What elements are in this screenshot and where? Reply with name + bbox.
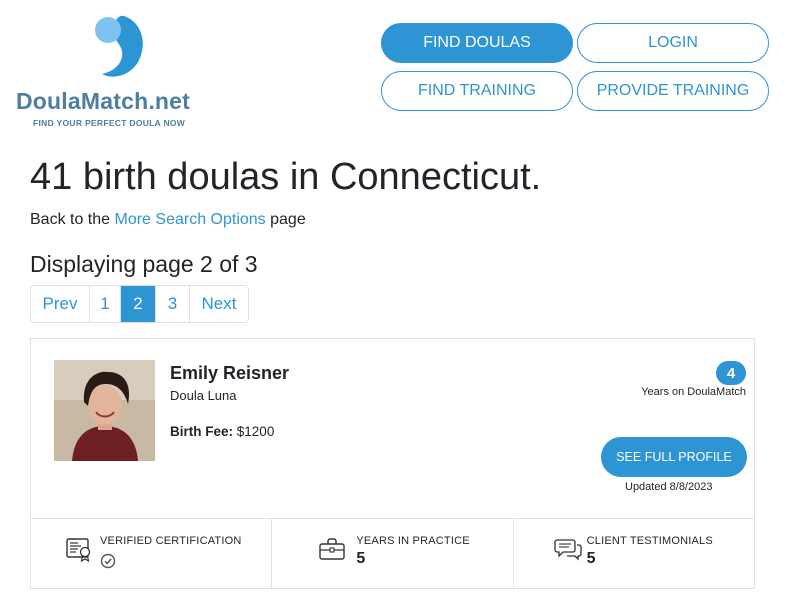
pagination-page-3[interactable]: 3: [155, 286, 189, 322]
more-search-options-link[interactable]: More Search Options: [115, 211, 266, 228]
briefcase-icon: [319, 538, 346, 560]
years-in-practice-value: 5: [356, 550, 366, 567]
page-title: 41 birth doulas in Connecticut.: [30, 156, 542, 198]
logo-wordmark: DoulaMatch.net: [16, 88, 191, 114]
check-circle-icon: [100, 553, 116, 569]
see-full-profile-button[interactable]: SEE FULL PROFILE: [601, 437, 747, 477]
years-on-site-badge: 4: [716, 361, 746, 385]
client-testimonials-value: 5: [586, 550, 596, 567]
certificate-icon: [66, 538, 91, 563]
pagination-prev[interactable]: Prev: [31, 286, 89, 322]
find-training-button[interactable]: FIND TRAINING: [381, 71, 573, 111]
doula-organization: Doula Luna: [170, 388, 237, 403]
back-suffix: page: [265, 211, 306, 228]
pagination-page-2[interactable]: 2: [120, 286, 155, 322]
doula-profile-card: Emily Reisner Doula Luna Birth Fee: $120…: [30, 338, 755, 589]
back-prefix: Back to the: [30, 211, 115, 228]
profile-photo-image: [54, 360, 155, 461]
years-on-site-label: Years on DoulaMatch: [641, 386, 746, 398]
site-logo[interactable]: DoulaMatch.net FIND YOUR PERFECT DOULA N…: [16, 12, 221, 130]
chat-bubbles-icon: [554, 539, 582, 561]
page-indicator: Displaying page 2 of 3: [30, 251, 258, 277]
doula-name[interactable]: Emily Reisner: [170, 363, 289, 384]
pagination-next[interactable]: Next: [189, 286, 248, 322]
pagination: Prev 1 2 3 Next: [30, 285, 249, 323]
pagination-page-1[interactable]: 1: [89, 286, 120, 322]
profile-photo[interactable]: [54, 360, 155, 461]
profile-stats: VERIFIED CERTIFICATION YEARS IN PRACTICE…: [31, 518, 754, 589]
certification-label: VERIFIED CERTIFICATION: [100, 535, 242, 547]
stat-client-testimonials: CLIENT TESTIMONIALS 5: [512, 519, 754, 589]
birth-fee-label: Birth Fee:: [170, 424, 234, 439]
birth-fee: Birth Fee: $1200: [170, 424, 274, 439]
find-doulas-button[interactable]: FIND DOULAS: [381, 23, 573, 63]
client-testimonials-label: CLIENT TESTIMONIALS: [586, 535, 713, 547]
updated-date: Updated 8/8/2023: [625, 481, 713, 493]
stat-certification: VERIFIED CERTIFICATION: [31, 519, 271, 589]
doula-drop-logo-icon: [95, 15, 143, 77]
birth-fee-value: $1200: [236, 424, 275, 439]
years-in-practice-label: YEARS IN PRACTICE: [356, 535, 470, 547]
provide-training-button[interactable]: PROVIDE TRAINING: [577, 71, 769, 111]
login-button[interactable]: LOGIN: [577, 23, 769, 63]
stat-years-in-practice: YEARS IN PRACTICE 5: [271, 519, 512, 589]
logo-tagline: FIND YOUR PERFECT DOULA NOW: [33, 118, 186, 128]
back-line: Back to the More Search Options page: [30, 211, 306, 229]
